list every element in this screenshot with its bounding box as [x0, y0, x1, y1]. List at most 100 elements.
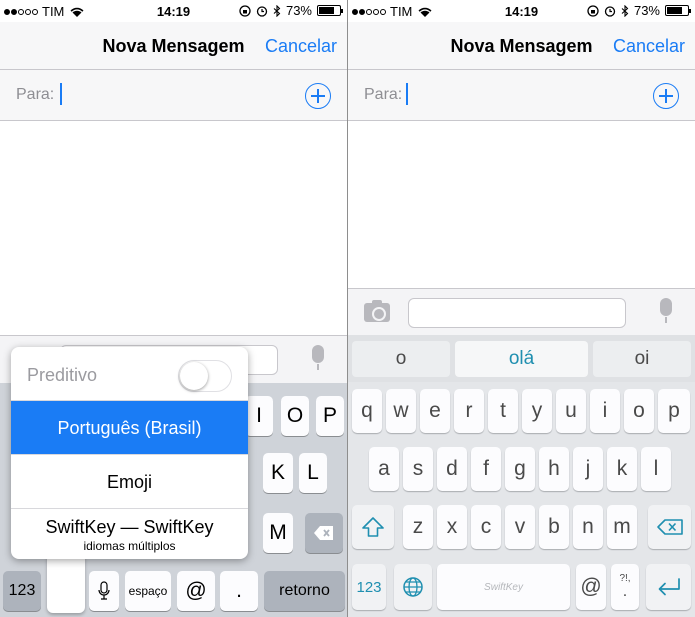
- language-option-swiftkey[interactable]: SwiftKey — SwiftKey idiomas múltiplos: [11, 509, 248, 559]
- camera-icon[interactable]: [364, 300, 390, 322]
- return-key[interactable]: retorno: [264, 571, 345, 611]
- prediction-bar: o olá oi: [348, 335, 695, 382]
- swiftkey-option-sublabel: idiomas múltiplos: [83, 539, 176, 553]
- status-right: 73%: [587, 3, 691, 18]
- microphone-icon[interactable]: [307, 345, 329, 371]
- prediction-right[interactable]: oi: [593, 341, 691, 377]
- prediction-left[interactable]: o: [352, 341, 450, 377]
- add-contact-button[interactable]: [305, 83, 331, 109]
- key-w[interactable]: w: [386, 389, 416, 433]
- key-k[interactable]: K: [263, 453, 293, 493]
- key-j[interactable]: j: [573, 447, 603, 491]
- key-v[interactable]: v: [505, 505, 535, 549]
- key-l[interactable]: l: [641, 447, 671, 491]
- predictive-label: Preditivo: [27, 365, 98, 385]
- swiftkey-option-label: SwiftKey — SwiftKey: [45, 517, 214, 537]
- key-i[interactable]: i: [590, 389, 620, 433]
- predictive-toggle[interactable]: [178, 360, 232, 392]
- navigation-bar: Nova Mensagem Cancelar: [348, 22, 695, 70]
- key-h[interactable]: h: [539, 447, 569, 491]
- text-caret: [406, 83, 408, 105]
- language-popup: Preditivo Português (Brasil) Emoji Swift…: [11, 347, 248, 559]
- microphone-icon[interactable]: [655, 298, 677, 324]
- key-b[interactable]: b: [539, 505, 569, 549]
- recipient-field[interactable]: Para:: [0, 70, 347, 121]
- at-key[interactable]: @: [177, 571, 215, 611]
- globe-key[interactable]: [394, 564, 432, 610]
- recipient-label: Para:: [16, 86, 55, 103]
- recipient-label: Para:: [364, 86, 403, 103]
- orientation-lock-icon: [587, 4, 599, 17]
- left-phone-screen: TIM 14:19 73% Nova Mensagem Cancelar Par…: [0, 0, 347, 617]
- key-a[interactable]: a: [369, 447, 399, 491]
- key-f[interactable]: f: [471, 447, 501, 491]
- key-y[interactable]: y: [522, 389, 552, 433]
- space-key[interactable]: espaço: [125, 571, 171, 611]
- recipient-field[interactable]: Para:: [348, 70, 695, 121]
- backspace-key[interactable]: [648, 505, 691, 549]
- status-bar: TIM 14:19 73%: [348, 0, 695, 22]
- key-d[interactable]: d: [437, 447, 467, 491]
- cancel-button[interactable]: Cancelar: [613, 36, 685, 57]
- key-t[interactable]: t: [488, 389, 518, 433]
- globe-icon: [403, 577, 423, 597]
- key-x[interactable]: x: [437, 505, 467, 549]
- key-p[interactable]: P: [316, 396, 344, 436]
- language-option-portugues[interactable]: Português (Brasil): [11, 401, 248, 455]
- key-u[interactable]: u: [556, 389, 586, 433]
- key-r[interactable]: r: [454, 389, 484, 433]
- shift-arrow-icon: [362, 517, 384, 537]
- message-input[interactable]: [408, 298, 626, 328]
- key-k[interactable]: k: [607, 447, 637, 491]
- popup-stem: [47, 555, 85, 613]
- space-key[interactable]: SwiftKey: [437, 564, 570, 610]
- key-q[interactable]: q: [352, 389, 382, 433]
- predictive-row: Preditivo: [11, 347, 248, 401]
- swiftkey-keyboard: o olá oi q w e r t y u i o p a s d f g h…: [348, 335, 695, 617]
- right-phone-screen: TIM 14:19 73% Nova Mensagem Cancelar Par…: [348, 0, 695, 617]
- at-key[interactable]: @: [576, 564, 606, 610]
- battery-percent: 73%: [285, 3, 312, 18]
- add-contact-button[interactable]: [653, 83, 679, 109]
- key-m[interactable]: m: [607, 505, 637, 549]
- key-l[interactable]: L: [299, 453, 327, 493]
- text-caret: [60, 83, 62, 105]
- key-m[interactable]: M: [263, 513, 293, 553]
- language-option-emoji[interactable]: Emoji: [11, 455, 248, 509]
- battery-percent: 73%: [633, 3, 660, 18]
- key-e[interactable]: e: [420, 389, 450, 433]
- key-n[interactable]: n: [573, 505, 603, 549]
- key-o[interactable]: o: [624, 389, 654, 433]
- microphone-icon: [98, 581, 110, 600]
- shift-key[interactable]: [352, 505, 394, 549]
- numbers-key[interactable]: 123: [3, 571, 41, 611]
- backspace-icon: [314, 526, 333, 540]
- return-arrow-icon: [658, 578, 680, 596]
- swiftkey-brand-label: SwiftKey: [484, 581, 523, 593]
- key-i[interactable]: I: [245, 396, 273, 436]
- status-right: 73%: [239, 3, 343, 18]
- compose-bar: [348, 288, 695, 336]
- period-key[interactable]: .: [220, 571, 258, 611]
- backspace-key[interactable]: [305, 513, 343, 553]
- return-key[interactable]: [646, 564, 691, 610]
- key-z[interactable]: z: [403, 505, 433, 549]
- bluetooth-icon: [273, 4, 281, 17]
- dictation-key[interactable]: [89, 571, 119, 611]
- orientation-lock-icon: [239, 4, 251, 17]
- numbers-key[interactable]: 123: [352, 564, 386, 610]
- navigation-bar: Nova Mensagem Cancelar: [0, 22, 347, 70]
- key-s[interactable]: s: [403, 447, 433, 491]
- battery-icon: [317, 5, 343, 16]
- alarm-icon: [604, 5, 616, 17]
- prediction-center[interactable]: olá: [455, 341, 588, 377]
- cancel-button[interactable]: Cancelar: [265, 36, 337, 57]
- battery-icon: [665, 5, 691, 16]
- key-c[interactable]: c: [471, 505, 501, 549]
- key-p[interactable]: p: [658, 389, 690, 433]
- bluetooth-icon: [621, 4, 629, 17]
- punctuation-key[interactable]: ?!, .: [611, 564, 639, 610]
- alarm-icon: [256, 5, 268, 17]
- key-o[interactable]: O: [281, 396, 309, 436]
- key-g[interactable]: g: [505, 447, 535, 491]
